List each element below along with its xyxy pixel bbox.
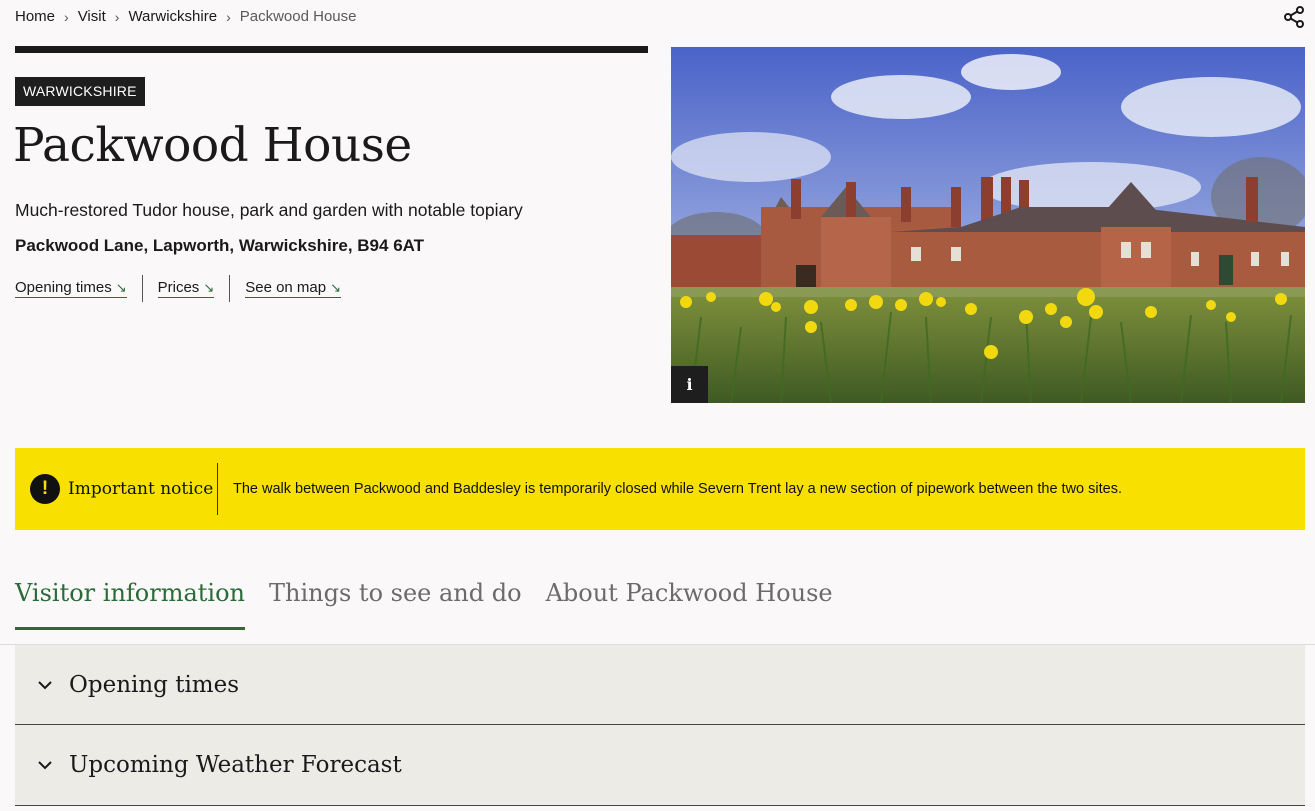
accordion-label: Upcoming Weather Forecast [69, 752, 402, 778]
quick-links: Opening times ↘ Prices ↘ See on map ↘ [15, 275, 342, 302]
breadcrumb: Home › Visit › Warwickshire › Packwood H… [15, 8, 356, 25]
region-tag[interactable]: WARWICKSHIRE [15, 77, 145, 106]
header-rule [15, 46, 648, 53]
share-icon[interactable] [1282, 5, 1306, 29]
arrow-down-right-icon: ↘ [115, 279, 127, 295]
breadcrumb-home[interactable]: Home [15, 8, 55, 25]
accordion-opening-times[interactable]: Opening times [15, 645, 1305, 725]
see-on-map-link[interactable]: See on map ↘ [245, 279, 342, 298]
section-tabs: Visitor information Things to see and do… [15, 572, 857, 630]
notice-title: Important notice [68, 479, 214, 499]
property-address: Packwood Lane, Lapworth, Warwickshire, B… [15, 236, 425, 255]
opening-times-link[interactable]: Opening times ↘ [15, 279, 127, 298]
exclamation-icon: ! [30, 474, 60, 504]
arrow-down-right-icon: ↘ [330, 279, 342, 295]
divider [141, 275, 143, 302]
accordion-weather-forecast[interactable]: Upcoming Weather Forecast [15, 725, 1305, 806]
prices-link[interactable]: Prices ↘ [157, 279, 215, 298]
see-on-map-link-label: See on map [245, 279, 327, 296]
breadcrumb-separator: › [64, 8, 69, 25]
hero-image: i [671, 47, 1305, 403]
notice-text: The walk between Packwood and Baddesley … [233, 481, 1122, 497]
chevron-down-icon [38, 761, 52, 770]
notice-header: ! Important notice [15, 463, 218, 515]
breadcrumb-warwickshire[interactable]: Warwickshire [128, 8, 217, 25]
breadcrumb-current: Packwood House [239, 8, 357, 25]
tab-things-to-see-and-do[interactable]: Things to see and do [269, 572, 522, 630]
divider [229, 275, 231, 302]
tab-visitor-information[interactable]: Visitor information [15, 572, 246, 630]
prices-link-label: Prices [157, 279, 200, 296]
accordion-label: Opening times [69, 671, 240, 698]
page-title: Packwood House [13, 118, 412, 173]
breadcrumb-visit[interactable]: Visit [78, 8, 106, 25]
arrow-down-right-icon: ↘ [203, 279, 215, 295]
breadcrumb-separator: › [226, 8, 231, 25]
breadcrumb-separator: › [114, 8, 120, 25]
important-notice: ! Important notice The walk between Pack… [15, 448, 1305, 530]
chevron-down-icon [38, 680, 52, 689]
tab-about-packwood-house[interactable]: About Packwood House [546, 572, 833, 630]
opening-times-link-label: Opening times [15, 279, 112, 296]
image-info-button[interactable]: i [671, 366, 708, 403]
property-description: Much-restored Tudor house, park and gard… [15, 200, 523, 220]
